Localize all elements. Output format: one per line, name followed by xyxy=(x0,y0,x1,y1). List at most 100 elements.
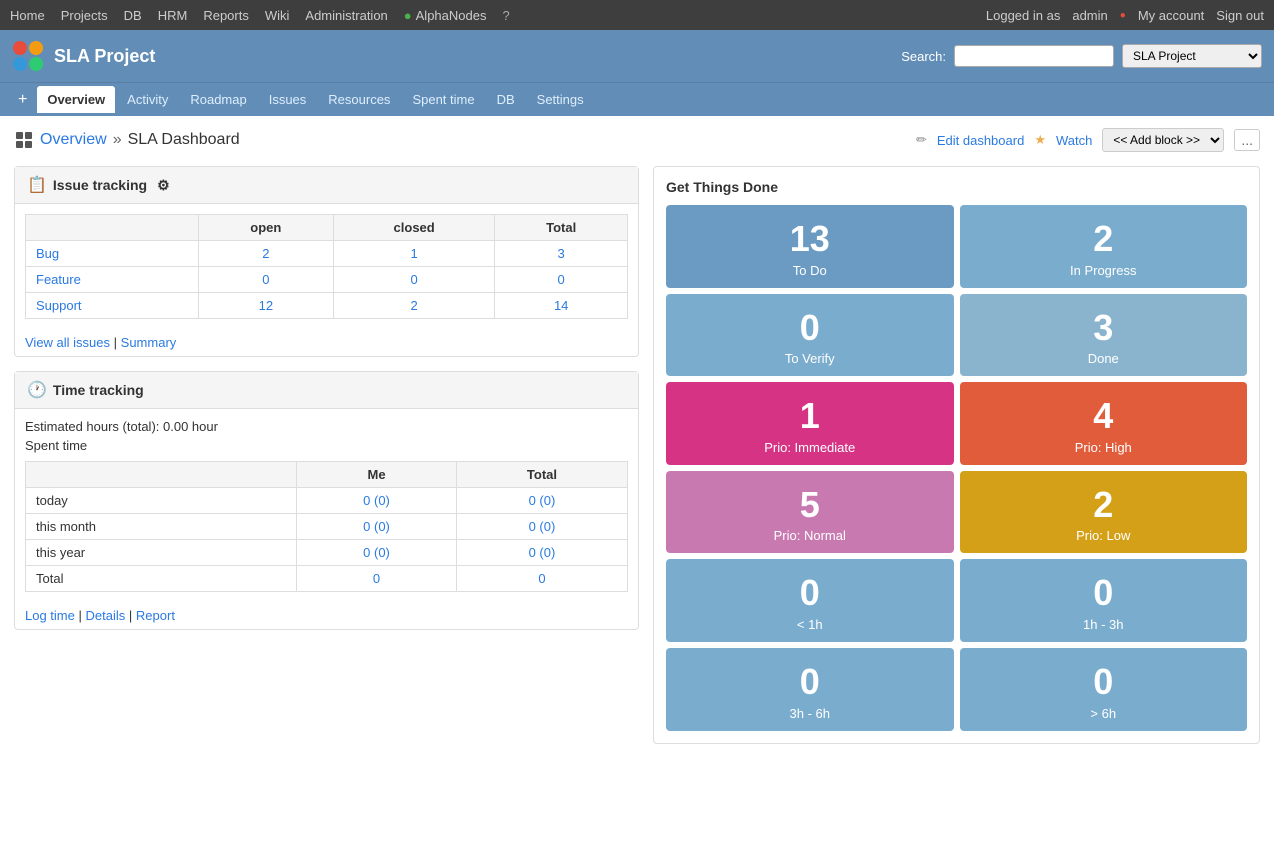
nav-reports[interactable]: Reports xyxy=(203,8,249,23)
gtd-card[interactable]: 2 Prio: Low xyxy=(960,471,1248,554)
subnav-activity[interactable]: Activity xyxy=(117,86,178,113)
time-me-link[interactable]: 0 (0) xyxy=(363,493,390,508)
time-me-link[interactable]: 0 (0) xyxy=(363,545,390,560)
issue-open-link[interactable]: 2 xyxy=(262,246,269,261)
issue-tracking-settings-icon[interactable]: ⚙ xyxy=(157,177,170,194)
admin-link[interactable]: admin xyxy=(1072,8,1107,23)
issue-total-link[interactable]: 0 xyxy=(558,272,565,287)
sep2: | xyxy=(129,608,132,623)
breadcrumb-overview-link[interactable]: Overview xyxy=(40,131,107,149)
time-total-link[interactable]: 0 xyxy=(538,571,545,586)
subnav-settings[interactable]: Settings xyxy=(527,86,594,113)
time-me-cell: 0 (0) xyxy=(297,488,457,514)
alpha-nodes-item[interactable]: ● AlphaNodes xyxy=(404,8,487,23)
gtd-card[interactable]: 2 In Progress xyxy=(960,205,1248,288)
gtd-number: 2 xyxy=(970,219,1238,259)
my-account-link[interactable]: My account xyxy=(1138,8,1204,23)
issue-open-link[interactable]: 12 xyxy=(259,298,273,313)
project-logo-icon xyxy=(12,40,44,72)
time-period-cell: this month xyxy=(26,514,297,540)
page-content: Overview » SLA Dashboard ✏ Edit dashboar… xyxy=(0,116,1274,756)
gtd-label: 1h - 3h xyxy=(970,617,1238,632)
issue-type-cell: Bug xyxy=(26,241,199,267)
watch-link[interactable]: Watch xyxy=(1056,133,1092,148)
issue-table-row: Support 12 2 14 xyxy=(26,293,628,319)
issue-closed-link[interactable]: 2 xyxy=(411,298,418,313)
edit-dashboard-link[interactable]: Edit dashboard xyxy=(937,133,1024,148)
search-scope-select[interactable]: SLA Project xyxy=(1122,44,1262,68)
issue-open-cell: 2 xyxy=(198,241,333,267)
search-input[interactable] xyxy=(954,45,1114,67)
help-icon: ? xyxy=(502,8,509,23)
subnav-spent-time[interactable]: Spent time xyxy=(402,86,484,113)
sub-navigation: + Overview Activity Roadmap Issues Resou… xyxy=(0,82,1274,116)
view-all-issues-link[interactable]: View all issues xyxy=(25,335,110,350)
gtd-card[interactable]: 0 1h - 3h xyxy=(960,559,1248,642)
time-me-link[interactable]: 0 xyxy=(373,571,380,586)
time-table: Me Total today 0 (0) 0 (0) this month 0 … xyxy=(25,461,628,592)
time-table-row: today 0 (0) 0 (0) xyxy=(26,488,628,514)
issue-tracking-body: open closed Total Bug 2 1 3 Feature 0 0 … xyxy=(15,204,638,329)
time-me-link[interactable]: 0 (0) xyxy=(363,519,390,534)
gtd-number: 5 xyxy=(676,485,944,525)
issue-type-link[interactable]: Feature xyxy=(36,272,81,287)
gtd-card[interactable]: 1 Prio: Immediate xyxy=(666,382,954,465)
time-total-link[interactable]: 0 (0) xyxy=(529,493,556,508)
gtd-card[interactable]: 0 > 6h xyxy=(960,648,1248,731)
issue-total-link[interactable]: 3 xyxy=(558,246,565,261)
gtd-card[interactable]: 0 < 1h xyxy=(666,559,954,642)
subnav-overview[interactable]: Overview xyxy=(37,86,115,113)
subnav-db[interactable]: DB xyxy=(487,86,525,113)
nav-wiki[interactable]: Wiki xyxy=(265,8,290,23)
subnav-roadmap[interactable]: Roadmap xyxy=(180,86,256,113)
gtd-card[interactable]: 13 To Do xyxy=(666,205,954,288)
admin-dot-icon: ● xyxy=(1120,10,1126,21)
time-total-link[interactable]: 0 (0) xyxy=(529,519,556,534)
issue-type-link[interactable]: Support xyxy=(36,298,82,313)
report-link[interactable]: Report xyxy=(136,608,175,623)
time-total-cell: 0 xyxy=(456,566,627,592)
subnav-issues[interactable]: Issues xyxy=(259,86,317,113)
gtd-card[interactable]: 0 3h - 6h xyxy=(666,648,954,731)
issue-tracking-footer: View all issues | Summary xyxy=(15,329,638,356)
time-me-cell: 0 (0) xyxy=(297,540,457,566)
issue-open-link[interactable]: 0 xyxy=(262,272,269,287)
gtd-card[interactable]: 3 Done xyxy=(960,294,1248,377)
gtd-card[interactable]: 0 To Verify xyxy=(666,294,954,377)
issue-closed-link[interactable]: 1 xyxy=(411,246,418,261)
gtd-number: 0 xyxy=(676,662,944,702)
gtd-card[interactable]: 5 Prio: Normal xyxy=(666,471,954,554)
issue-closed-link[interactable]: 0 xyxy=(411,272,418,287)
details-link[interactable]: Details xyxy=(86,608,126,623)
nav-home[interactable]: Home xyxy=(10,8,45,23)
issue-total-link[interactable]: 14 xyxy=(554,298,568,313)
gtd-number: 4 xyxy=(970,396,1238,436)
sep1: | xyxy=(79,608,82,623)
time-col-me: Me xyxy=(297,462,457,488)
summary-link[interactable]: Summary xyxy=(121,335,177,350)
log-time-link[interactable]: Log time xyxy=(25,608,75,623)
nav-administration[interactable]: Administration xyxy=(305,8,387,23)
sign-out-link[interactable]: Sign out xyxy=(1216,8,1264,23)
nav-alphanodes[interactable]: AlphaNodes xyxy=(416,8,487,23)
add-block-select[interactable]: << Add block >> xyxy=(1102,128,1224,152)
dashboard-icon xyxy=(14,130,34,150)
subnav-resources[interactable]: Resources xyxy=(318,86,400,113)
gtd-label: Prio: Immediate xyxy=(676,440,944,455)
nav-projects[interactable]: Projects xyxy=(61,8,108,23)
nav-hrm[interactable]: HRM xyxy=(158,8,188,23)
gtd-card[interactable]: 4 Prio: High xyxy=(960,382,1248,465)
breadcrumb: Overview » SLA Dashboard xyxy=(14,130,240,150)
nav-db[interactable]: DB xyxy=(124,8,142,23)
add-nav-button[interactable]: + xyxy=(10,87,35,113)
more-button[interactable]: ... xyxy=(1234,129,1260,151)
time-total-link[interactable]: 0 (0) xyxy=(529,545,556,560)
time-period-cell: Total xyxy=(26,566,297,592)
issue-closed-cell: 2 xyxy=(333,293,494,319)
gtd-grid: 13 To Do 2 In Progress 0 To Verify 3 Don… xyxy=(666,205,1247,731)
issue-type-link[interactable]: Bug xyxy=(36,246,59,261)
issue-tracking-header: 📋 Issue tracking ⚙ xyxy=(15,167,638,204)
time-col-total: Total xyxy=(456,462,627,488)
time-total-cell: 0 (0) xyxy=(456,488,627,514)
col-total: Total xyxy=(495,215,628,241)
